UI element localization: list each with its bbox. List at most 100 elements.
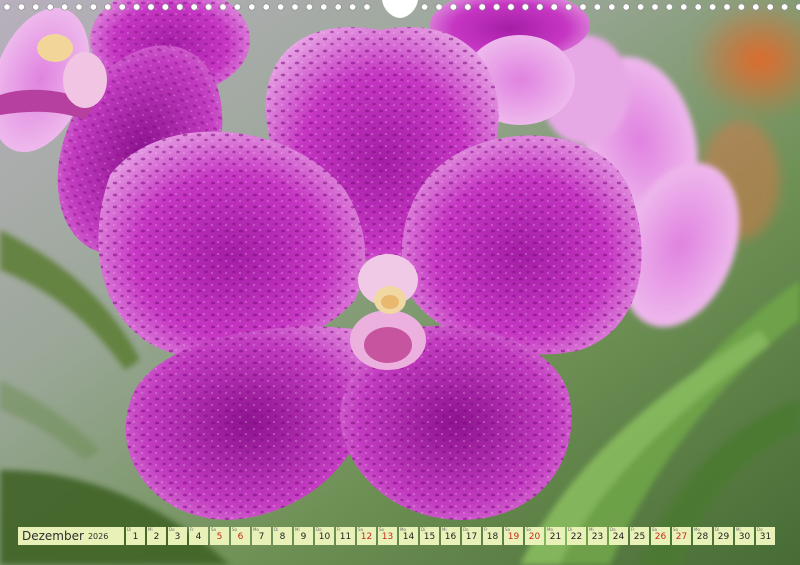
binding-hole bbox=[579, 3, 587, 11]
day-cell: Di 15 bbox=[420, 527, 439, 545]
binding-hole bbox=[17, 3, 25, 11]
day-cell: So 27 bbox=[672, 527, 691, 545]
binding-hole bbox=[464, 3, 472, 11]
binding-hole bbox=[435, 3, 443, 11]
day-cell: Mi 2 bbox=[147, 527, 166, 545]
day-cell: So 13 bbox=[378, 527, 397, 545]
binding-hole bbox=[248, 3, 256, 11]
binding-hole bbox=[161, 3, 169, 11]
day-number: 14 bbox=[402, 532, 415, 542]
binding-hole bbox=[507, 3, 515, 11]
day-cell: Fr 18 bbox=[483, 527, 502, 545]
day-number: 25 bbox=[633, 532, 646, 542]
binding-hole bbox=[205, 3, 213, 11]
binding-hole bbox=[233, 3, 241, 11]
day-number: 17 bbox=[465, 532, 478, 542]
binding-hole bbox=[795, 3, 800, 11]
day-cell: Sa 19 bbox=[504, 527, 523, 545]
day-number: 13 bbox=[381, 532, 394, 542]
day-cell: Mi 16 bbox=[441, 527, 460, 545]
day-number: 18 bbox=[486, 532, 499, 542]
binding-hole bbox=[478, 3, 486, 11]
day-number: 2 bbox=[153, 532, 160, 542]
day-cell: Do 3 bbox=[168, 527, 187, 545]
day-cell: Mo 14 bbox=[399, 527, 418, 545]
day-number: 6 bbox=[237, 532, 244, 542]
binding-hole bbox=[421, 3, 429, 11]
day-cell: Do 10 bbox=[315, 527, 334, 545]
orchid-photo bbox=[0, 0, 800, 565]
day-number: 11 bbox=[339, 532, 352, 542]
day-cell: Do 17 bbox=[462, 527, 481, 545]
day-number: 21 bbox=[549, 532, 562, 542]
day-number: 1 bbox=[132, 532, 139, 542]
binding-hole bbox=[190, 3, 198, 11]
day-number: 9 bbox=[300, 532, 307, 542]
month-label-box: Dezember 2026 bbox=[18, 527, 124, 545]
binding-hole bbox=[565, 3, 573, 11]
day-cell: So 6 bbox=[231, 527, 250, 545]
day-cell: Di 29 bbox=[714, 527, 733, 545]
day-number: 16 bbox=[444, 532, 457, 542]
binding-hole bbox=[766, 3, 774, 11]
binding-hole bbox=[89, 3, 97, 11]
day-cell: Mo 21 bbox=[546, 527, 565, 545]
binding-hole bbox=[723, 3, 731, 11]
binding-hole bbox=[334, 3, 342, 11]
binding-hole bbox=[61, 3, 69, 11]
binding-hole bbox=[608, 3, 616, 11]
day-cell: Di 22 bbox=[567, 527, 586, 545]
day-number: 3 bbox=[174, 532, 181, 542]
binding-hole bbox=[593, 3, 601, 11]
month-name: Dezember bbox=[22, 529, 84, 543]
day-number: 10 bbox=[318, 532, 331, 542]
hanger-notch bbox=[382, 0, 418, 18]
day-list: Di 1 Mi 2 Do 3 Fr 4 Sa 5 So 6 Mo 7 Di 8 Mi 9 Do 10 Fr 11 Sa 12 S… bbox=[126, 527, 775, 545]
binding-hole bbox=[493, 3, 501, 11]
binding-hole bbox=[305, 3, 313, 11]
day-cell: Mi 23 bbox=[588, 527, 607, 545]
binding-hole bbox=[737, 3, 745, 11]
binding-hole bbox=[651, 3, 659, 11]
day-cell: Mo 28 bbox=[693, 527, 712, 545]
day-number: 20 bbox=[528, 532, 541, 542]
day-number: 26 bbox=[654, 532, 667, 542]
binding-hole bbox=[680, 3, 688, 11]
day-cell: Do 24 bbox=[609, 527, 628, 545]
binding-hole bbox=[147, 3, 155, 11]
day-cell: Sa 5 bbox=[210, 527, 229, 545]
binding-hole bbox=[349, 3, 357, 11]
binding-hole bbox=[277, 3, 285, 11]
day-cell: So 20 bbox=[525, 527, 544, 545]
day-number: 15 bbox=[423, 532, 436, 542]
binding-hole bbox=[550, 3, 558, 11]
day-number: 19 bbox=[507, 532, 520, 542]
day-number: 4 bbox=[195, 532, 202, 542]
binding-hole bbox=[622, 3, 630, 11]
day-cell: Do 31 bbox=[756, 527, 775, 545]
binding-hole bbox=[363, 3, 371, 11]
binding-hole bbox=[262, 3, 270, 11]
binding-hole bbox=[320, 3, 328, 11]
binding-hole bbox=[3, 3, 11, 11]
calendar-strip: Dezember 2026 Di 1 Mi 2 Do 3 Fr 4 Sa 5 So 6 Mo 7 Di 8 Mi… bbox=[18, 527, 775, 545]
day-number: 22 bbox=[570, 532, 583, 542]
day-number: 28 bbox=[696, 532, 709, 542]
day-cell: Mo 7 bbox=[252, 527, 271, 545]
binding-hole bbox=[781, 3, 789, 11]
day-cell: Fr 4 bbox=[189, 527, 208, 545]
day-cell: Sa 12 bbox=[357, 527, 376, 545]
binding-hole bbox=[449, 3, 457, 11]
binding-hole bbox=[46, 3, 54, 11]
day-number: 30 bbox=[738, 532, 751, 542]
day-cell: Mi 30 bbox=[735, 527, 754, 545]
day-number: 8 bbox=[279, 532, 286, 542]
binding-hole bbox=[637, 3, 645, 11]
month-year: 2026 bbox=[87, 531, 109, 541]
binding-hole bbox=[118, 3, 126, 11]
day-number: 7 bbox=[258, 532, 265, 542]
day-number: 12 bbox=[360, 532, 373, 542]
day-number: 5 bbox=[216, 532, 223, 542]
day-cell: Fr 11 bbox=[336, 527, 355, 545]
binding-hole bbox=[133, 3, 141, 11]
